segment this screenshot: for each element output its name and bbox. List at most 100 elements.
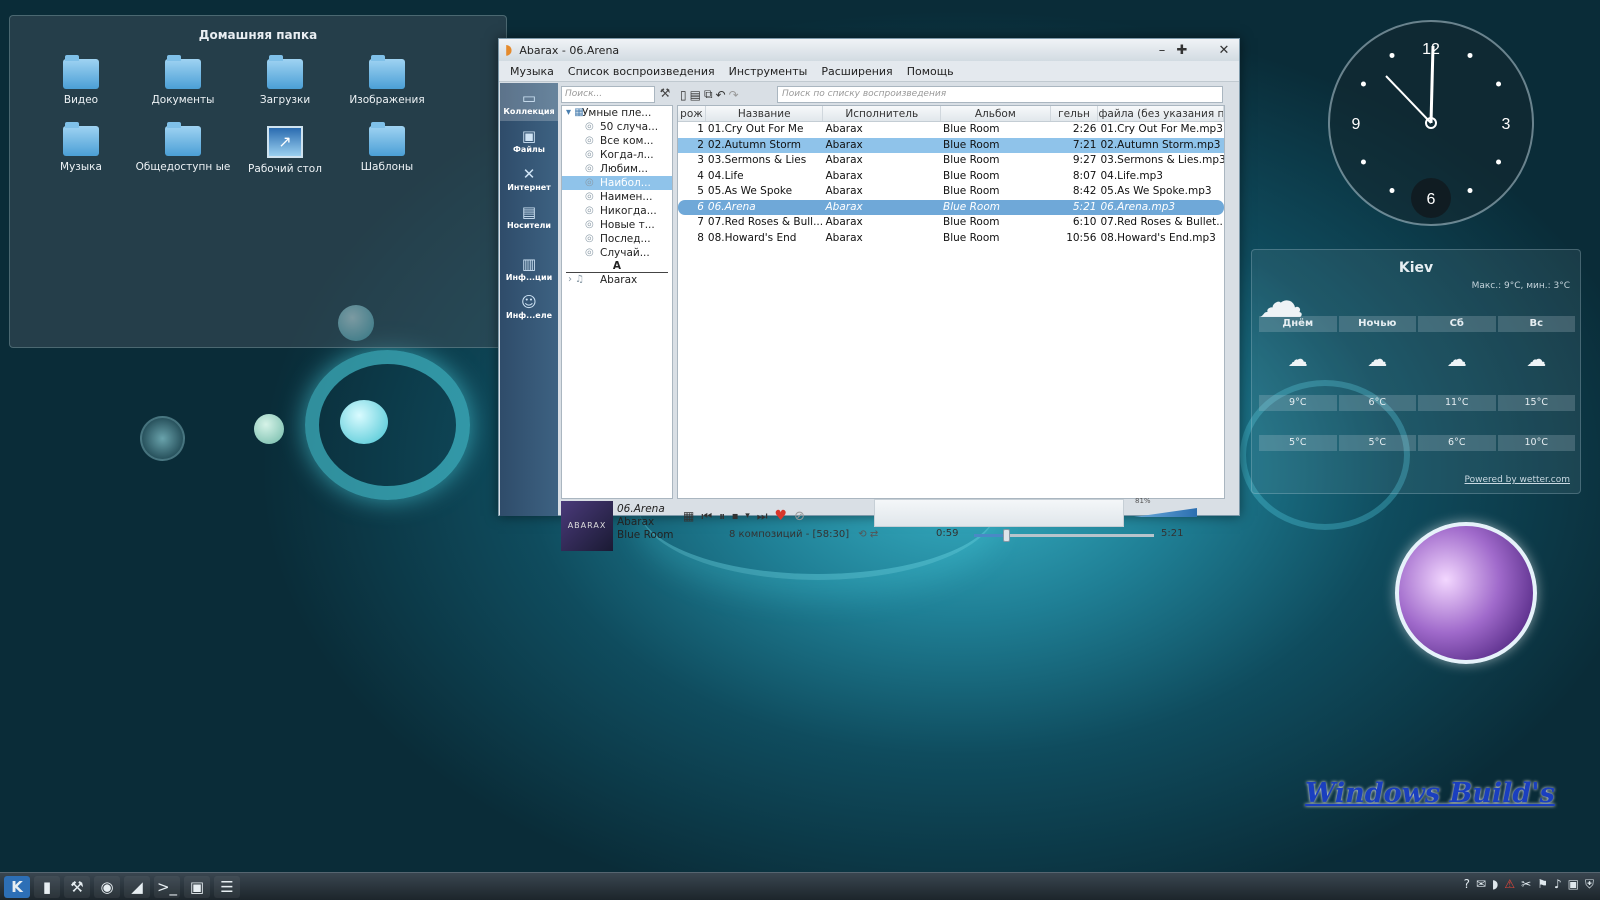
flag-icon[interactable]: ⚑ — [1537, 877, 1548, 892]
menu-tools[interactable]: Инструменты — [722, 65, 815, 78]
settings-icon[interactable]: ⚒ — [64, 875, 90, 898]
tree-artist[interactable]: Abarax — [562, 273, 672, 287]
table-cell: 2:26 — [1072, 123, 1097, 135]
menu-music[interactable]: Музыка — [503, 65, 561, 78]
undo-icon[interactable]: ↶ — [716, 88, 726, 102]
desktop-icon-item[interactable]: Видео — [30, 55, 132, 106]
sidebar-item-label: Файлы — [512, 144, 546, 154]
menu-extensions[interactable]: Расширения — [814, 65, 899, 78]
tree-item[interactable]: Никогда... — [562, 204, 672, 218]
tree-item[interactable]: Наимен... — [562, 190, 672, 204]
queue-icon[interactable]: ⧉ — [704, 87, 713, 102]
sidebar-item-media[interactable]: ▤ Носители — [500, 197, 558, 235]
menu-help[interactable]: Помощь — [900, 65, 961, 78]
playlist-view-icon[interactable]: ▦ — [683, 509, 694, 523]
table-row[interactable]: 1 01.Cry Out For Me Abarax Blue Room 2:26 01.… — [678, 122, 1224, 138]
scissors-icon[interactable]: ✂ — [1521, 877, 1531, 892]
maximize-icon[interactable]: ✚ — [1173, 43, 1191, 58]
volume-icon[interactable]: ♪ — [1554, 877, 1562, 892]
app-icon: ◗ — [505, 42, 513, 58]
warning-icon[interactable]: ⚠ — [1504, 877, 1515, 892]
tree-item[interactable]: Наибол... — [562, 176, 672, 190]
table-row[interactable]: 6 06.Arena Abarax Blue Room 5:21 06.Arena.mp3 — [678, 199, 1224, 215]
copy-icon[interactable]: ▤ — [690, 88, 701, 102]
seek-slider[interactable] — [974, 529, 1154, 542]
help-icon[interactable]: ? — [1464, 877, 1470, 892]
column-header[interactable]: файла (без указания п — [1098, 106, 1224, 121]
sidebar-item-user[interactable]: ☺ Инф...еле — [500, 287, 558, 325]
column-header[interactable]: Название — [706, 106, 824, 121]
network-icon[interactable]: ▣ — [1568, 877, 1579, 892]
table-row[interactable]: 7 07.Red Roses & Bull... Abarax Blue Room 6:… — [678, 215, 1224, 231]
volume-slider[interactable]: 81% — [1131, 497, 1215, 525]
table-row[interactable]: 5 05.As We Spoke Abarax Blue Room 8:42 05.As … — [678, 184, 1224, 200]
tree-item[interactable]: Любим... — [562, 162, 672, 176]
love-icon[interactable]: ♥ — [775, 508, 788, 524]
column-header[interactable]: Исполнитель — [823, 106, 942, 121]
table-row[interactable]: 2 02.Autumn Storm Abarax Blue Room 7:21 02.Au… — [678, 137, 1224, 153]
sidebar-item-files[interactable]: ▣ Файлы — [500, 121, 558, 159]
mail-icon[interactable]: ✉ — [1476, 877, 1486, 892]
chevron-down-icon[interactable]: ▾ — [745, 511, 750, 521]
browser-icon[interactable]: ◉ — [94, 875, 120, 898]
tree-item[interactable]: 50 случа... — [562, 120, 672, 134]
image-icon[interactable]: ▣ — [184, 875, 210, 898]
menu-playlist[interactable]: Список воспроизведения — [561, 65, 722, 78]
repeat-icon[interactable]: ⟲ ⇄ — [858, 529, 878, 540]
table-cell: 3 — [697, 154, 704, 166]
seek-handle[interactable] — [1003, 529, 1011, 542]
minimize-icon[interactable]: – — [1153, 43, 1171, 58]
sidebar-item-internet[interactable]: ✕ Интернет — [500, 159, 558, 197]
playlist-search-input[interactable]: Поиск по списку воспроизведения — [777, 86, 1223, 103]
desktop-icon-item[interactable]: Шаблоны — [336, 122, 438, 175]
tree-item[interactable]: Новые т... — [562, 218, 672, 232]
column-header[interactable]: Альбом — [941, 106, 1051, 121]
volume-track[interactable] — [1134, 508, 1198, 517]
previous-icon[interactable]: ⏮ — [701, 509, 712, 524]
redo-icon[interactable]: ↷ — [729, 88, 739, 102]
player-icon[interactable]: ◢ — [124, 875, 150, 898]
next-icon[interactable]: ⏭ — [757, 509, 768, 524]
player-sidebar: ▭ Коллекция ▣ Файлы ✕ Интернет ▤ Носители ▥ Инф..… — [500, 83, 558, 516]
column-header[interactable]: гельн — [1051, 106, 1099, 121]
player-tray-icon[interactable]: ◗ — [1492, 877, 1498, 892]
playlist-table: рож Название Исполнитель Альбом гельн файла (… — [677, 105, 1225, 499]
weather-maxmin: Макс.: 9°C, мин.: 3°C — [1471, 281, 1570, 291]
terminal-icon[interactable]: >_ — [154, 875, 180, 898]
tools-icon[interactable]: ⚒ — [657, 86, 673, 103]
table-row[interactable]: 3 03.Sermons & Lies Abarax Blue Room 9:27 03.… — [678, 153, 1224, 169]
table-row[interactable]: 8 08.Howard's End Abarax Blue Room 10:56 08.H… — [678, 231, 1224, 247]
stop-icon[interactable]: ⏹ — [732, 509, 738, 524]
folder-icon — [267, 55, 303, 89]
desktop-icon-item[interactable]: Документы — [132, 55, 234, 106]
kde-menu-icon[interactable]: K — [4, 875, 30, 898]
cloud-icon: ☁ — [1526, 347, 1547, 371]
files-icon[interactable]: ▮ — [34, 875, 60, 898]
title-bar[interactable]: ◗ Abarax - 06.Arena – ✚ ✕ — [499, 39, 1239, 61]
tree-item[interactable]: Когда-л... — [562, 148, 672, 162]
sidebar-item-info[interactable]: ▥ Инф...ции — [500, 249, 558, 287]
taskmanager-icon[interactable]: ☰ — [214, 875, 240, 898]
column-header[interactable]: рож — [678, 106, 706, 121]
desktop-icon-item[interactable]: Музыка — [30, 122, 132, 175]
tree-item[interactable]: Послед... — [562, 232, 672, 246]
tree-item[interactable]: Все ком... — [562, 134, 672, 148]
desktop-icon-item[interactable]: Изображения — [336, 55, 438, 106]
pause-icon[interactable]: ⏸ — [719, 509, 725, 524]
collection-search-input[interactable]: Поиск... — [561, 86, 655, 103]
folder-icon — [165, 55, 201, 89]
close-icon[interactable]: ✕ — [1215, 43, 1233, 58]
desktop-icon-item[interactable]: Общедоступн ые — [132, 122, 234, 175]
shield-icon[interactable]: ⛨ — [1585, 877, 1594, 892]
desktop-icon-item[interactable]: ↗ Рабочий стол — [234, 126, 336, 175]
new-playlist-icon[interactable]: ▯ — [680, 88, 687, 102]
desktop-icon-item[interactable]: Загрузки — [234, 55, 336, 106]
ban-icon[interactable]: ⊘ — [794, 509, 805, 524]
table-row[interactable]: 4 04.Life Abarax Blue Room 8:07 04.Life.mp3 — [678, 169, 1224, 185]
tree-smart-playlists[interactable]: Умные пле... — [562, 106, 672, 120]
playlist-status: 8 композиций - [58:30] ⟲ ⇄ — [729, 529, 929, 540]
clock-numeral-6: 6 — [1427, 191, 1436, 208]
weather-powered-link[interactable]: Powered by wetter.com — [1465, 475, 1570, 485]
tree-item[interactable]: Случай... — [562, 246, 672, 260]
sidebar-item-collection[interactable]: ▭ Коллекция — [500, 83, 558, 121]
